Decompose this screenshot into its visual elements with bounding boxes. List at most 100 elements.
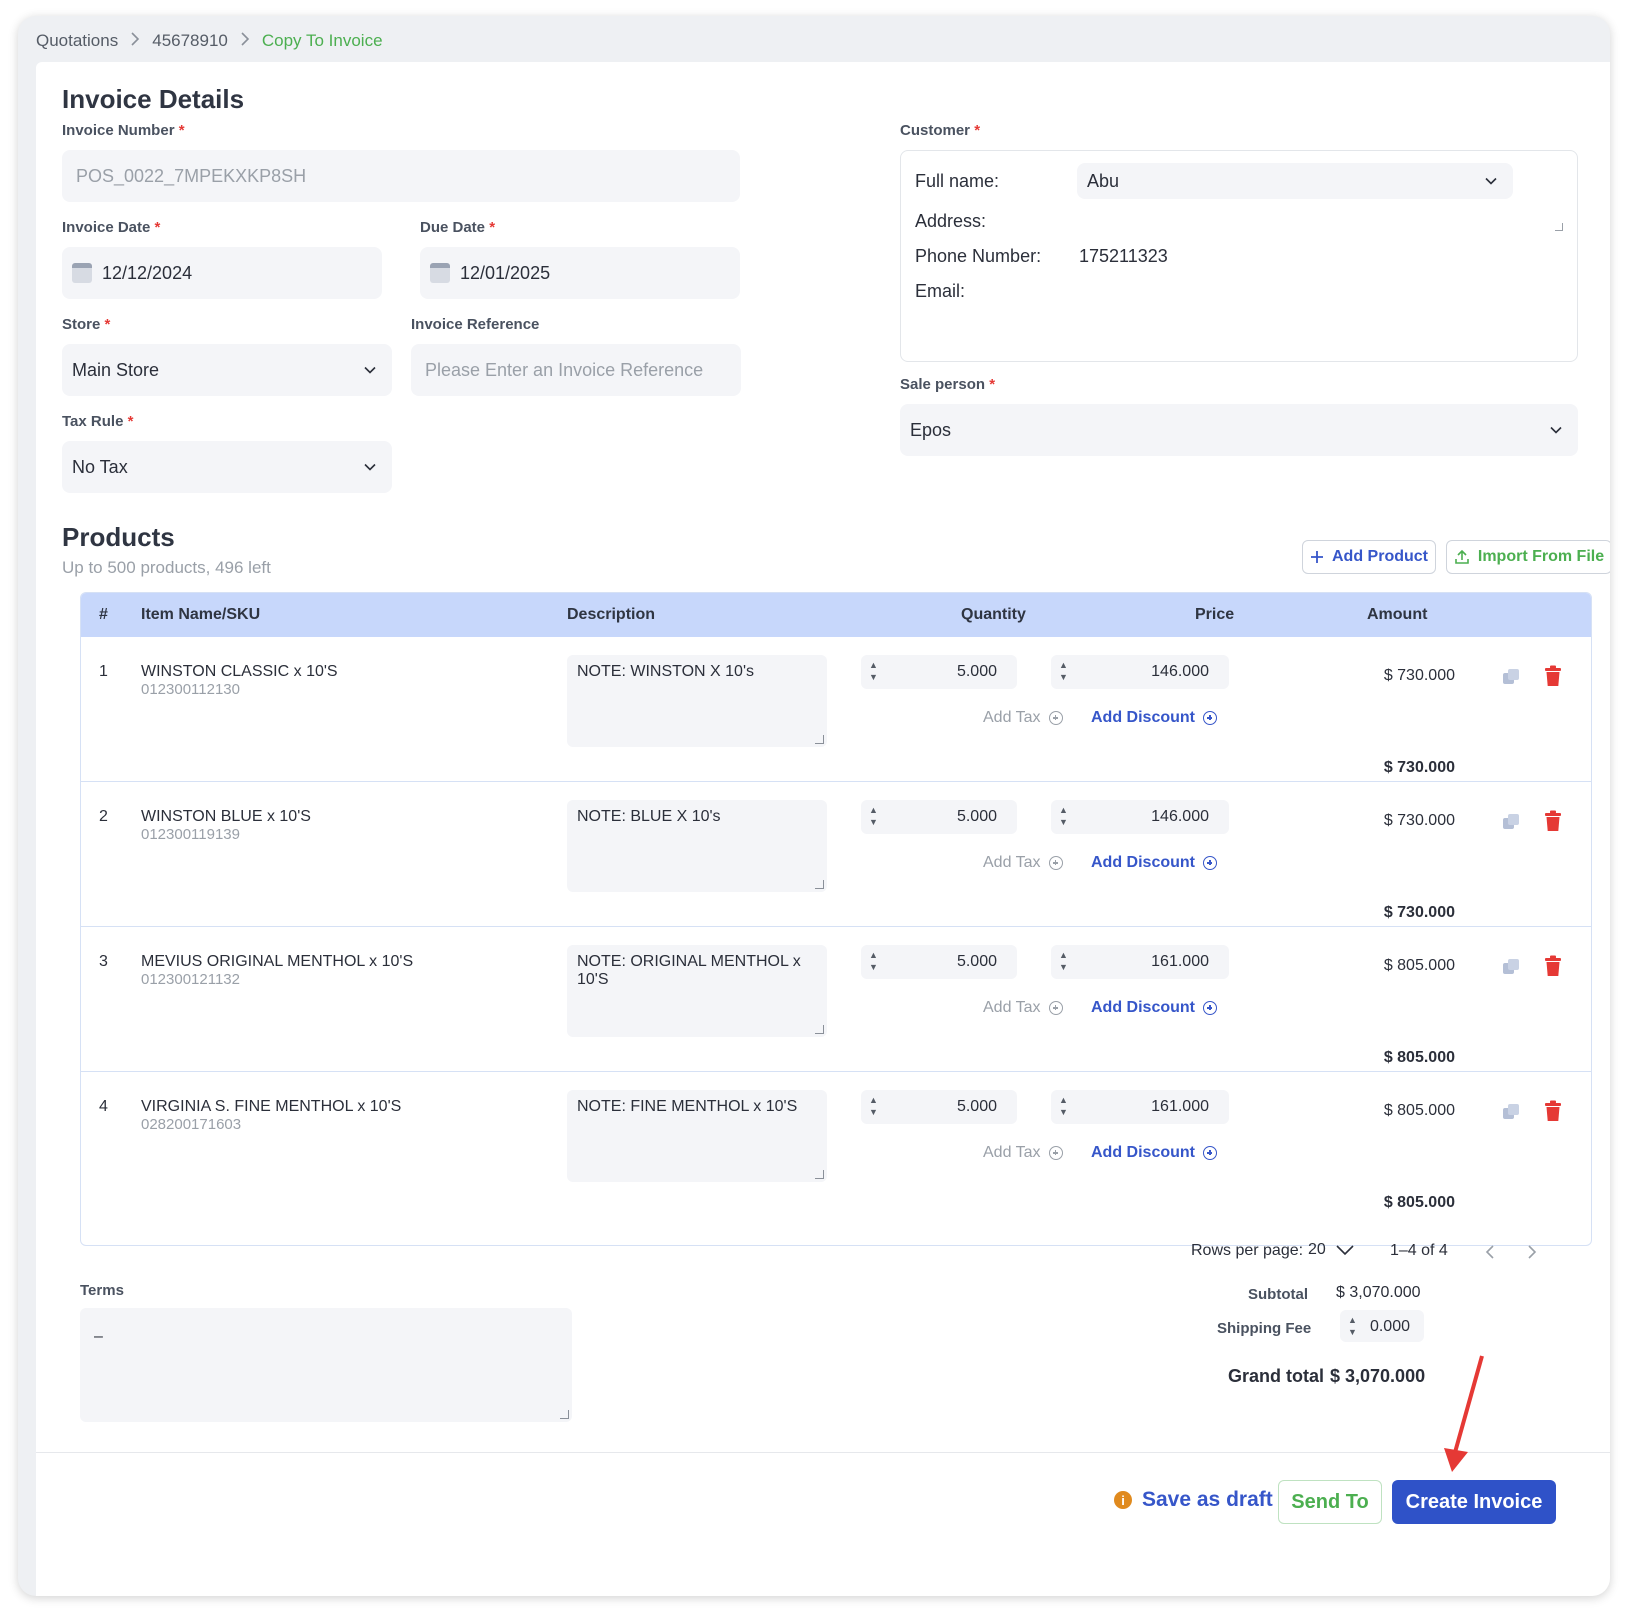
item-sku: 012300119139 <box>141 826 240 843</box>
stepper-arrows-icon[interactable]: ▲ ▼ <box>869 804 878 828</box>
customer-select[interactable]: Abu <box>1077 163 1513 199</box>
add-tax-button[interactable]: Add Tax <box>983 1144 1063 1162</box>
price-stepper[interactable]: ▲ ▼ 146.000 <box>1051 655 1229 689</box>
calendar-icon <box>430 263 450 283</box>
stepper-arrows-icon[interactable]: ▲ ▼ <box>1059 1094 1068 1118</box>
stepper-arrows-icon[interactable]: ▲ ▼ <box>1348 1314 1357 1338</box>
quantity-stepper[interactable]: ▲ ▼ 5.000 <box>861 945 1017 979</box>
grand-total-label: Grand total <box>1228 1366 1325 1386</box>
price-stepper[interactable]: ▲ ▼ 161.000 <box>1051 945 1229 979</box>
description-input[interactable]: NOTE: WINSTON X 10's <box>567 655 827 747</box>
add-tax-button[interactable]: Add Tax <box>983 999 1063 1017</box>
prev-page-icon[interactable] <box>1484 1244 1496 1260</box>
save-as-draft-button[interactable]: i Save as draft <box>1114 1488 1273 1512</box>
copy-icon[interactable] <box>1501 812 1521 832</box>
plus-circle-icon <box>1048 1146 1063 1160</box>
plus-circle-icon <box>1203 711 1217 725</box>
chevron-down-icon <box>364 463 376 471</box>
plus-circle-icon <box>1203 1001 1217 1015</box>
stepper-arrows-icon[interactable]: ▲ ▼ <box>869 949 878 973</box>
terms-label: Terms <box>80 1282 124 1299</box>
calendar-icon <box>72 263 92 283</box>
page-title: Invoice Details <box>62 84 245 114</box>
invoice-reference-label: Invoice Reference <box>411 316 540 333</box>
trash-icon[interactable] <box>1543 1100 1563 1122</box>
products-title: Products <box>62 522 175 552</box>
price-stepper[interactable]: ▲ ▼ 161.000 <box>1051 1090 1229 1124</box>
add-tax-button[interactable]: Add Tax <box>983 709 1063 727</box>
quantity-stepper[interactable]: ▲ ▼ 5.000 <box>861 655 1017 689</box>
add-product-button[interactable]: Add Product <box>1302 540 1436 574</box>
row-total: $ 730.000 <box>1383 904 1455 921</box>
invoice-number-field: POS_0022_7MPEKXKP8SH <box>62 150 740 202</box>
stepper-arrows-icon[interactable]: ▲ ▼ <box>1059 659 1068 683</box>
invoice-panel: Invoice Details Invoice Number * POS_002… <box>36 62 1610 1596</box>
phone-label: Phone Number: <box>915 246 1042 266</box>
add-tax-button[interactable]: Add Tax <box>983 854 1063 872</box>
chevron-down-icon <box>1336 1245 1354 1256</box>
terms-input[interactable]: – <box>80 1308 572 1422</box>
price-stepper[interactable]: ▲ ▼ 146.000 <box>1051 800 1229 834</box>
sale-person-label: Sale person * <box>900 376 996 393</box>
row-total: $ 805.000 <box>1383 1194 1455 1211</box>
stepper-arrows-icon[interactable]: ▲ ▼ <box>869 1094 878 1118</box>
plus-circle-icon <box>1048 1001 1063 1015</box>
add-discount-button[interactable]: Add Discount <box>1091 1144 1217 1162</box>
add-discount-button[interactable]: Add Discount <box>1091 709 1217 727</box>
due-date-label: Due Date * <box>420 219 496 236</box>
copy-icon[interactable] <box>1501 667 1521 687</box>
stepper-arrows-icon[interactable]: ▲ ▼ <box>869 659 878 683</box>
description-input[interactable]: NOTE: BLUE X 10's <box>567 800 827 892</box>
quantity-stepper[interactable]: ▲ ▼ 5.000 <box>861 1090 1017 1124</box>
copy-icon[interactable] <box>1501 1102 1521 1122</box>
item-sku: 012300121132 <box>141 971 240 988</box>
resize-handle-icon[interactable] <box>1555 223 1563 231</box>
breadcrumb-quotation-number[interactable]: 45678910 <box>152 31 228 51</box>
send-to-button[interactable]: Send To <box>1278 1480 1382 1524</box>
row-number: 1 <box>99 663 108 680</box>
breadcrumb-quotations[interactable]: Quotations <box>36 31 118 51</box>
grand-total-value: $ 3,070.000 <box>1330 1366 1426 1386</box>
row-number: 3 <box>99 953 108 970</box>
table-row: 3 MEVIUS ORIGINAL MENTHOL x 10'S 0123001… <box>81 927 1591 1072</box>
plus-icon <box>1311 551 1323 563</box>
plus-circle-icon <box>1048 711 1063 725</box>
add-discount-button[interactable]: Add Discount <box>1091 854 1217 872</box>
invoice-date-label: Invoice Date * <box>62 219 161 236</box>
copy-icon[interactable] <box>1501 957 1521 977</box>
item-name: MEVIUS ORIGINAL MENTHOL x 10'S <box>141 953 414 970</box>
row-amount: $ 805.000 <box>1383 1102 1455 1119</box>
tax-rule-select[interactable]: No Tax <box>62 441 392 493</box>
invoice-reference-input[interactable]: Please Enter an Invoice Reference <box>411 344 741 396</box>
customer-box: Full name: Abu Address: Phone Number: 17… <box>900 150 1578 362</box>
description-input[interactable]: NOTE: ORIGINAL MENTHOL x 10'S <box>567 945 827 1037</box>
store-select[interactable]: Main Store <box>62 344 392 396</box>
stepper-arrows-icon[interactable]: ▲ ▼ <box>1059 949 1068 973</box>
description-input[interactable]: NOTE: FINE MENTHOL x 10'S <box>567 1090 827 1182</box>
create-invoice-button[interactable]: Create Invoice <box>1392 1480 1556 1524</box>
stepper-arrows-icon[interactable]: ▲ ▼ <box>1059 804 1068 828</box>
row-amount: $ 730.000 <box>1383 667 1455 684</box>
plus-circle-icon <box>1048 856 1063 870</box>
products-table: # Item Name/SKU Description Quantity Pri… <box>80 592 1592 1246</box>
trash-icon[interactable] <box>1543 665 1563 687</box>
row-amount: $ 730.000 <box>1383 812 1455 829</box>
shipping-fee-stepper[interactable]: ▲ ▼ 0.000 <box>1340 1310 1424 1342</box>
col-item-name: Item Name/SKU <box>141 606 261 623</box>
col-description: Description <box>567 606 656 623</box>
table-row: 1 WINSTON CLASSIC x 10'S 012300112130 NO… <box>81 637 1591 782</box>
due-date-field[interactable]: 12/01/2025 <box>420 247 740 299</box>
item-sku: 012300112130 <box>141 681 240 698</box>
add-discount-button[interactable]: Add Discount <box>1091 999 1217 1017</box>
email-label: Email: <box>915 281 966 301</box>
rows-per-page-select[interactable]: 20 <box>1308 1230 1372 1270</box>
sale-person-select[interactable]: Epos <box>900 404 1578 456</box>
rows-per-page-label: Rows per page: <box>1191 1242 1304 1259</box>
import-from-file-button[interactable]: Import From File <box>1446 540 1610 574</box>
trash-icon[interactable] <box>1543 955 1563 977</box>
invoice-date-field[interactable]: 12/12/2024 <box>62 247 382 299</box>
trash-icon[interactable] <box>1543 810 1563 832</box>
item-sku: 028200171603 <box>141 1116 242 1133</box>
next-page-icon[interactable] <box>1526 1244 1538 1260</box>
quantity-stepper[interactable]: ▲ ▼ 5.000 <box>861 800 1017 834</box>
